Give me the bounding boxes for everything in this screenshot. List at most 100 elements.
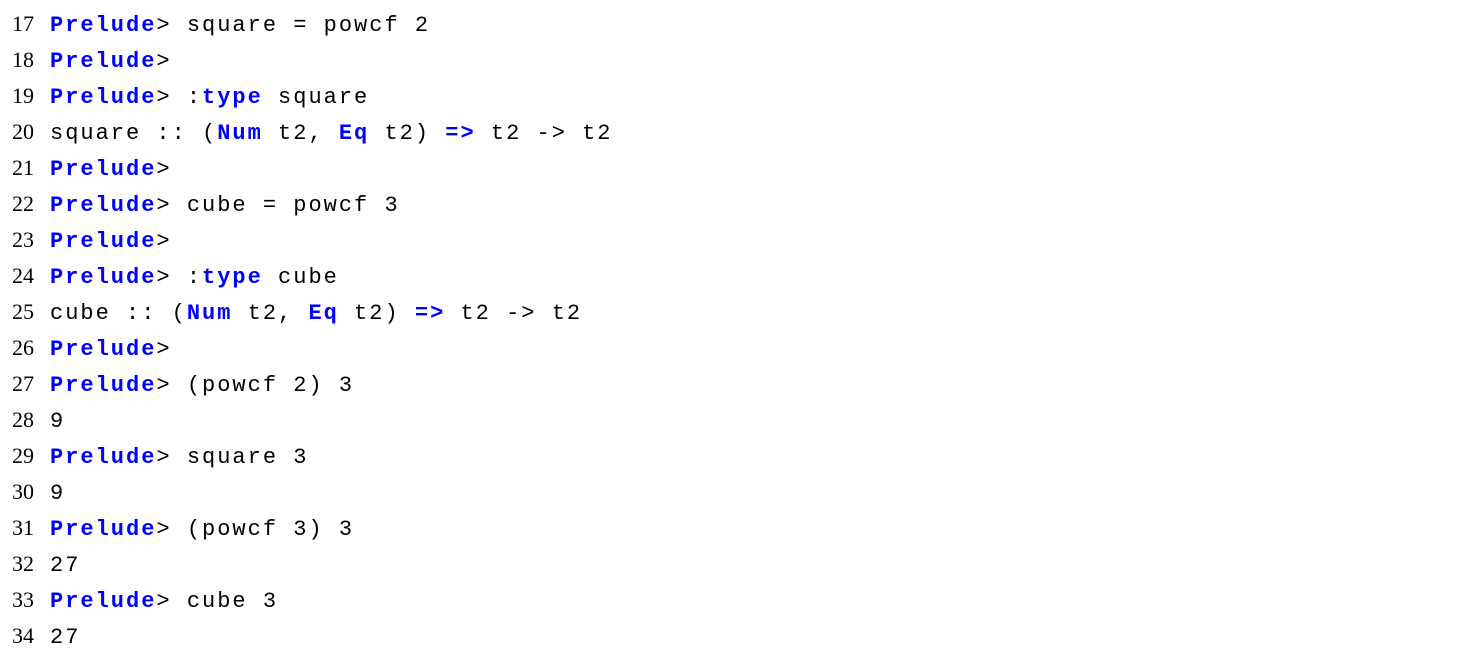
code-text: > (156, 589, 186, 614)
code-text: > (156, 337, 171, 362)
code-content: Prelude> :type square (50, 80, 369, 116)
eq-keyword: Eq (308, 301, 338, 326)
code-line: 34 27 (0, 618, 1470, 654)
prelude-keyword: Prelude (50, 517, 156, 542)
prelude-keyword: Prelude (50, 265, 156, 290)
code-text: > (156, 373, 186, 398)
line-number: 25 (0, 294, 50, 330)
code-text: cube = powcf 3 (187, 193, 400, 218)
code-listing: 17 Prelude> square = powcf 2 18 Prelude>… (0, 6, 1470, 654)
prelude-keyword: Prelude (50, 13, 156, 38)
code-content: 27 (50, 620, 80, 656)
line-number: 28 (0, 402, 50, 438)
code-content: Prelude> (50, 332, 172, 368)
code-line: 21 Prelude> (0, 150, 1470, 186)
line-number: 20 (0, 114, 50, 150)
code-content: Prelude> (powcf 3) 3 (50, 512, 354, 548)
code-text: > (156, 85, 186, 110)
code-text: > (156, 157, 171, 182)
code-line: 17 Prelude> square = powcf 2 (0, 6, 1470, 42)
prelude-keyword: Prelude (50, 445, 156, 470)
code-text: cube :: ( (50, 301, 187, 326)
code-line: 25 cube :: (Num t2, Eq t2) => t2 -> t2 (0, 294, 1470, 330)
prelude-keyword: Prelude (50, 337, 156, 362)
code-line: 18 Prelude> (0, 42, 1470, 78)
prelude-keyword: Prelude (50, 229, 156, 254)
type-keyword: type (202, 265, 263, 290)
code-text: 27 (50, 625, 80, 650)
code-content: Prelude> (50, 44, 172, 80)
line-number: 27 (0, 366, 50, 402)
code-text: : (187, 265, 202, 290)
line-number: 21 (0, 150, 50, 186)
code-line: 20 square :: (Num t2, Eq t2) => t2 -> t2 (0, 114, 1470, 150)
code-content: Prelude> :type cube (50, 260, 339, 296)
code-line: 19 Prelude> :type square (0, 78, 1470, 114)
code-text: 27 (50, 553, 80, 578)
fat-arrow-keyword: => (415, 301, 445, 326)
line-number: 24 (0, 258, 50, 294)
code-text: 9 (50, 409, 65, 434)
code-text: (powcf 3) 3 (187, 517, 354, 542)
code-text: t2 -> t2 (445, 301, 582, 326)
line-number: 34 (0, 618, 50, 654)
code-text: t2, (232, 301, 308, 326)
code-text: (powcf 2) 3 (187, 373, 354, 398)
line-number: 22 (0, 186, 50, 222)
code-text: > (156, 265, 186, 290)
line-number: 26 (0, 330, 50, 366)
code-text: square 3 (187, 445, 309, 470)
code-content: 9 (50, 404, 65, 440)
code-text: > (156, 517, 186, 542)
prelude-keyword: Prelude (50, 85, 156, 110)
code-content: Prelude> cube = powcf 3 (50, 188, 400, 224)
code-text: square = powcf 2 (187, 13, 430, 38)
code-content: 9 (50, 476, 65, 512)
code-content: cube :: (Num t2, Eq t2) => t2 -> t2 (50, 296, 582, 332)
code-text: > (156, 49, 171, 74)
code-line: 23 Prelude> (0, 222, 1470, 258)
code-text: t2) (339, 301, 415, 326)
code-text: : (187, 85, 202, 110)
code-text: t2 -> t2 (476, 121, 613, 146)
code-line: 32 27 (0, 546, 1470, 582)
code-text: > (156, 229, 171, 254)
code-line: 29 Prelude> square 3 (0, 438, 1470, 474)
num-keyword: Num (217, 121, 263, 146)
line-number: 19 (0, 78, 50, 114)
line-number: 29 (0, 438, 50, 474)
line-number: 17 (0, 6, 50, 42)
line-number: 30 (0, 474, 50, 510)
line-number: 33 (0, 582, 50, 618)
prelude-keyword: Prelude (50, 373, 156, 398)
prelude-keyword: Prelude (50, 193, 156, 218)
code-text: cube 3 (187, 589, 278, 614)
code-text: square (263, 85, 369, 110)
code-line: 26 Prelude> (0, 330, 1470, 366)
num-keyword: Num (187, 301, 233, 326)
code-line: 24 Prelude> :type cube (0, 258, 1470, 294)
code-line: 27 Prelude> (powcf 2) 3 (0, 366, 1470, 402)
code-text: t2) (369, 121, 445, 146)
prelude-keyword: Prelude (50, 49, 156, 74)
line-number: 31 (0, 510, 50, 546)
code-text: cube (263, 265, 339, 290)
code-content: Prelude> square = powcf 2 (50, 8, 430, 44)
code-text: > (156, 193, 186, 218)
code-text: > (156, 13, 186, 38)
code-content: Prelude> (50, 224, 172, 260)
code-content: Prelude> square 3 (50, 440, 308, 476)
code-line: 30 9 (0, 474, 1470, 510)
code-text: 9 (50, 481, 65, 506)
line-number: 32 (0, 546, 50, 582)
line-number: 23 (0, 222, 50, 258)
fat-arrow-keyword: => (445, 121, 475, 146)
code-content: Prelude> (powcf 2) 3 (50, 368, 354, 404)
code-content: square :: (Num t2, Eq t2) => t2 -> t2 (50, 116, 613, 152)
line-number: 18 (0, 42, 50, 78)
type-keyword: type (202, 85, 263, 110)
code-text: square :: ( (50, 121, 217, 146)
eq-keyword: Eq (339, 121, 369, 146)
code-line: 31 Prelude> (powcf 3) 3 (0, 510, 1470, 546)
code-line: 28 9 (0, 402, 1470, 438)
